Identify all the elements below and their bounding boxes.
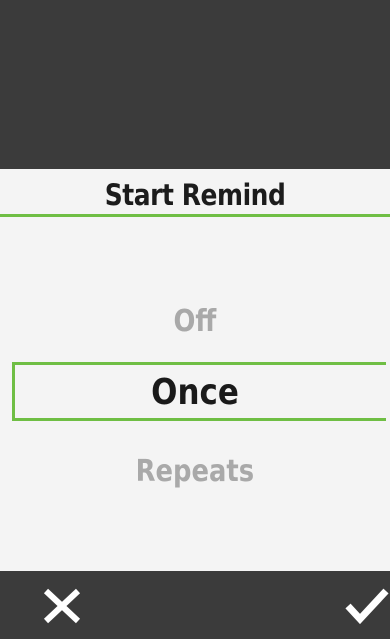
option-once-label: Once (151, 372, 239, 413)
page-title: Start Remind (104, 178, 286, 212)
check-icon (345, 588, 389, 625)
close-icon (43, 588, 81, 624)
confirm-button[interactable] (344, 581, 390, 629)
option-picker[interactable]: Off Once Repeats (0, 217, 390, 571)
option-off[interactable]: Off (0, 304, 390, 339)
option-once[interactable]: Once (0, 372, 390, 413)
start-remind-screen: Start Remind Off Once Repeats (0, 0, 390, 639)
bottom-action-bar (0, 571, 390, 639)
top-status-area (0, 0, 390, 169)
cancel-button[interactable] (40, 581, 88, 629)
title-area: Start Remind (0, 169, 390, 215)
option-off-label: Off (173, 304, 217, 339)
option-repeats-label: Repeats (135, 454, 255, 489)
option-repeats[interactable]: Repeats (0, 454, 390, 489)
